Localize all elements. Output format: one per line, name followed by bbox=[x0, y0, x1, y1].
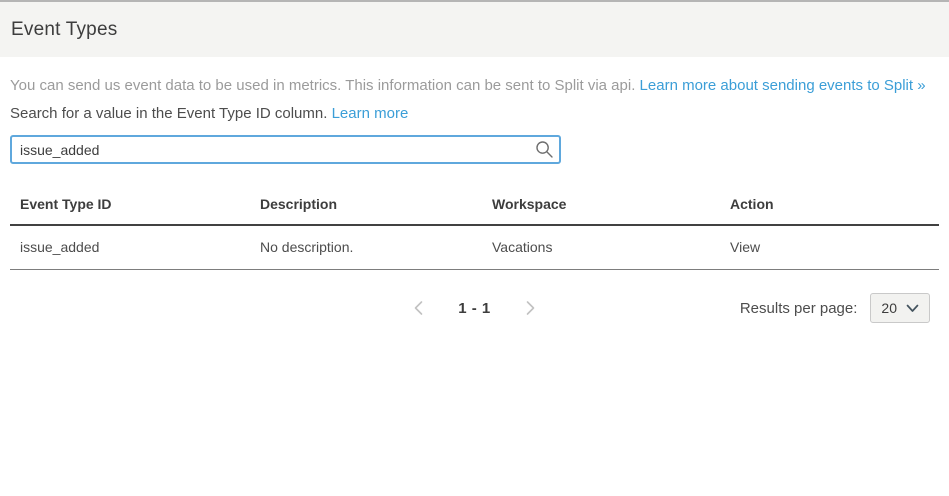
cell-action-view[interactable]: View bbox=[720, 225, 939, 270]
search-button[interactable] bbox=[535, 140, 554, 159]
table-header-row: Event Type ID Description Workspace Acti… bbox=[10, 185, 939, 225]
learn-more-link[interactable]: Learn more bbox=[332, 105, 409, 122]
cell-description: No description. bbox=[250, 225, 482, 270]
page-range: 1 - 1 bbox=[458, 300, 491, 317]
results-per-page-select[interactable]: 20 bbox=[870, 293, 930, 323]
chevron-left-icon bbox=[413, 304, 424, 319]
cell-event-type-id: issue_added bbox=[10, 225, 250, 270]
search-bar bbox=[10, 135, 561, 164]
chevron-down-icon bbox=[906, 300, 919, 316]
column-header-action: Action bbox=[720, 185, 939, 225]
page-header: Event Types bbox=[0, 2, 949, 57]
search-hint-paragraph: Search for a value in the Event Type ID … bbox=[10, 104, 939, 124]
chevron-right-icon bbox=[525, 304, 536, 319]
intro-paragraph: You can send us event data to be used in… bbox=[10, 76, 939, 96]
event-types-page: Event Types You can send us event data t… bbox=[0, 0, 949, 496]
page-title: Event Types bbox=[11, 19, 117, 41]
results-per-page: Results per page: 20 bbox=[740, 293, 930, 323]
intro-text: You can send us event data to be used in… bbox=[10, 77, 635, 94]
results-per-page-label: Results per page: bbox=[740, 300, 858, 317]
results-per-page-value: 20 bbox=[881, 300, 897, 316]
table-row: issue_added No description. Vacations Vi… bbox=[10, 225, 939, 270]
next-page-button[interactable] bbox=[521, 300, 540, 316]
table-footer: 1 - 1 Results per page: 20 bbox=[10, 293, 939, 323]
cell-workspace: Vacations bbox=[482, 225, 720, 270]
column-header-description: Description bbox=[250, 185, 482, 225]
column-header-workspace: Workspace bbox=[482, 185, 720, 225]
learn-more-events-link[interactable]: Learn more about sending events to Split… bbox=[640, 77, 926, 94]
search-hint-text: Search for a value in the Event Type ID … bbox=[10, 105, 327, 122]
main-content: You can send us event data to be used in… bbox=[0, 76, 949, 323]
column-header-event-type-id: Event Type ID bbox=[10, 185, 250, 225]
search-icon bbox=[535, 147, 554, 162]
event-types-table: Event Type ID Description Workspace Acti… bbox=[10, 185, 939, 270]
search-input[interactable] bbox=[10, 135, 561, 164]
previous-page-button[interactable] bbox=[409, 300, 428, 316]
